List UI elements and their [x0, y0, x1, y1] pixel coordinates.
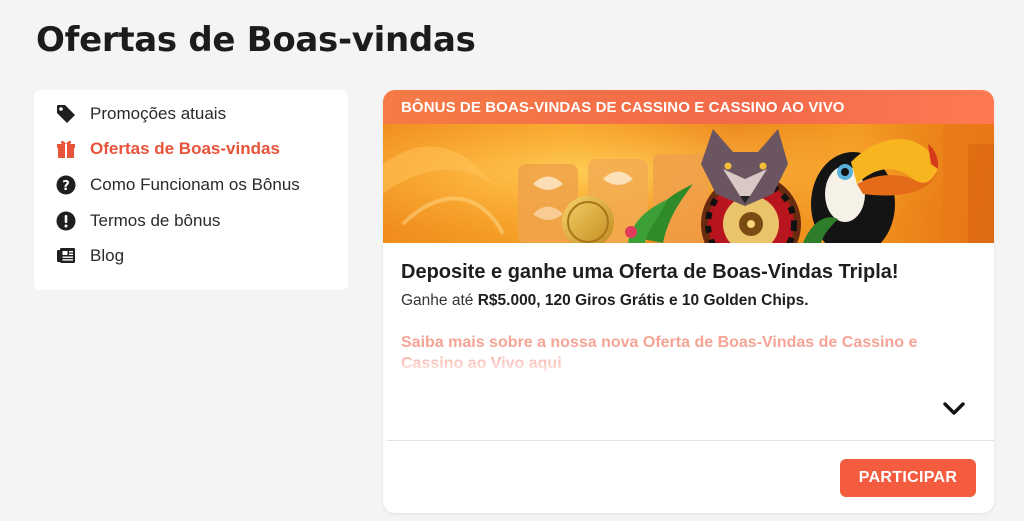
text-fade-overlay: [401, 352, 976, 374]
sidebar-item-label: Como Funcionam os Bônus: [90, 174, 300, 194]
sidebar-item-como-funcionam-os-bonus[interactable]: ? Como Funcionam os Bônus: [34, 167, 348, 203]
card-body: Deposite e ganhe uma Oferta de Boas-Vind…: [383, 243, 994, 374]
participar-button[interactable]: PARTICIPAR: [840, 459, 976, 497]
sidebar-item-blog[interactable]: Blog: [34, 238, 348, 274]
question-circle-icon: ?: [56, 175, 76, 195]
card-header: BÔNUS DE BOAS-VINDAS DE CASSINO E CASSIN…: [383, 90, 994, 124]
page-title: Ofertas de Boas-vindas: [36, 20, 476, 60]
sidebar-item-label: Blog: [90, 246, 125, 266]
offer-subtitle-highlight: R$5.000, 120 Giros Grátis e 10 Golden Ch…: [477, 292, 809, 309]
expand-button[interactable]: [942, 401, 966, 421]
exclamation-circle-icon: [56, 211, 76, 231]
svg-text:?: ?: [62, 179, 70, 194]
page: Ofertas de Boas-vindas Promoções atuais …: [0, 0, 1024, 521]
casino-banner-image: [383, 124, 994, 243]
offer-card: BÔNUS DE BOAS-VINDAS DE CASSINO E CASSIN…: [383, 90, 994, 513]
sidebar: Promoções atuais Ofertas de Boas-vindas …: [34, 90, 348, 290]
sidebar-item-label: Ofertas de Boas-vindas: [90, 139, 280, 159]
tag-icon: [56, 104, 76, 124]
card-divider: [387, 440, 994, 441]
learn-more-link[interactable]: Saiba mais sobre a nossa nova Oferta de …: [401, 332, 976, 374]
sidebar-item-ofertas-de-boas-vindas[interactable]: Ofertas de Boas-vindas: [34, 132, 348, 168]
offer-subtitle-prefix: Ganhe até: [401, 292, 478, 309]
offer-subtitle: Ganhe até R$5.000, 120 Giros Grátis e 10…: [401, 292, 976, 310]
sidebar-item-termos-de-bonus[interactable]: Termos de bônus: [34, 203, 348, 239]
sidebar-item-label: Termos de bônus: [90, 210, 221, 230]
sidebar-item-label: Promoções atuais: [90, 103, 227, 123]
newspaper-icon: [56, 246, 76, 266]
gift-icon: [56, 139, 76, 159]
chevron-down-icon: [943, 401, 965, 421]
offer-title: Deposite e ganhe uma Oferta de Boas-Vind…: [401, 261, 899, 283]
sidebar-item-promocoes-atuais[interactable]: Promoções atuais: [34, 96, 348, 132]
